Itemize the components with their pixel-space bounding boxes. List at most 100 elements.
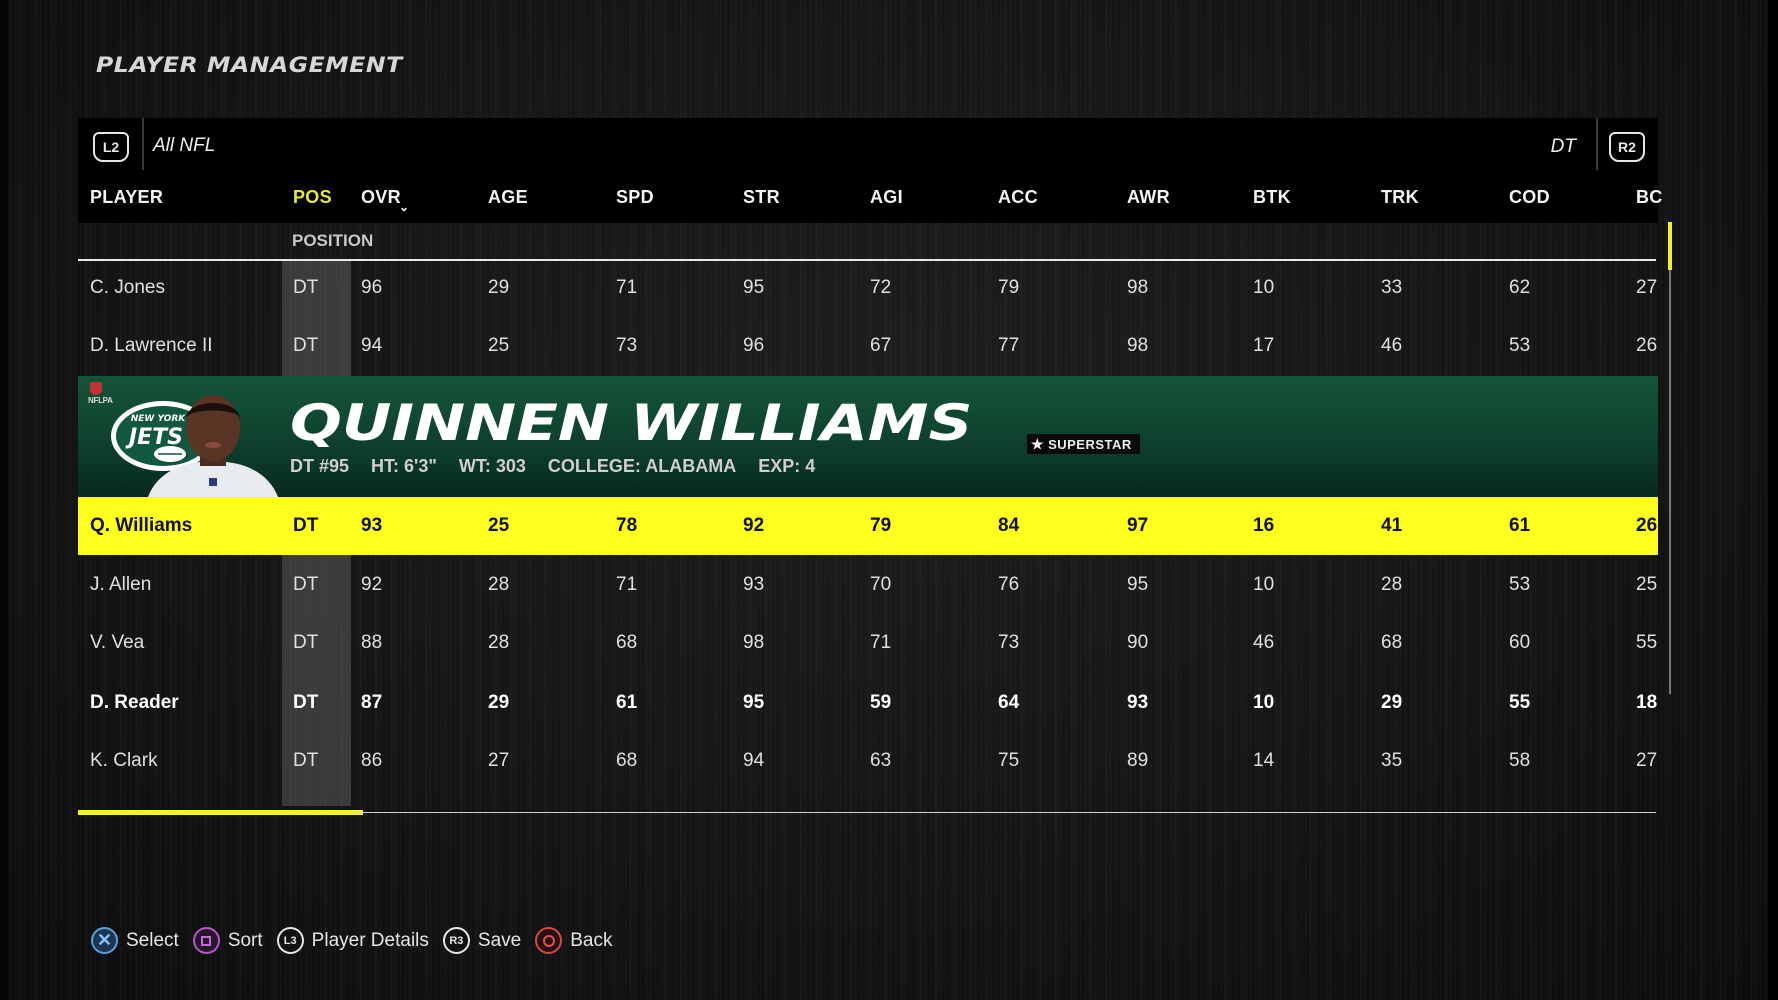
cell-trk: 33 — [1381, 277, 1403, 298]
cell-acc: 73 — [998, 632, 1020, 653]
hint-label: Player Details — [311, 929, 429, 951]
hint-save[interactable]: R3 Save — [442, 927, 521, 954]
cell-cod: 53 — [1509, 335, 1531, 356]
cell-cod: 53 — [1509, 574, 1531, 595]
cell-ovr: 87 — [361, 692, 383, 713]
league-filter[interactable]: All NFL — [153, 135, 215, 157]
column-header-trk[interactable]: TRK — [1381, 187, 1419, 208]
cell-str: 92 — [743, 515, 765, 536]
column-header-spd[interactable]: SPD — [616, 187, 654, 208]
cell-player: K. Clark — [90, 750, 158, 771]
cell-spd: 68 — [616, 750, 638, 771]
cell-ovr: 92 — [361, 574, 383, 595]
superstar-label: SUPERSTAR — [1048, 436, 1132, 452]
cell-player: J. Allen — [90, 574, 152, 595]
player-experience: EXP: 4 — [758, 456, 816, 476]
cell-agi: 63 — [870, 750, 892, 771]
column-header-age[interactable]: AGE — [488, 187, 528, 208]
cell-ovr: 88 — [361, 632, 383, 653]
column-header-bc[interactable]: BC — [1636, 187, 1663, 208]
l2-trigger-icon[interactable]: L2 — [93, 132, 129, 162]
hint-player-details[interactable]: L3 Player Details — [276, 927, 429, 954]
table-header-bar: L2 All NFL DT R2 PLAYER POS OVR ⌄ AGE SPD STR A… — [78, 118, 1662, 223]
cell-spd: 68 — [616, 632, 638, 653]
cell-acc: 79 — [998, 277, 1020, 298]
cell-bc: 18 — [1636, 692, 1658, 713]
hint-sort[interactable]: Sort — [192, 927, 263, 954]
hint-label: Back — [570, 929, 613, 951]
column-header-acc[interactable]: ACC — [998, 187, 1038, 208]
table-row[interactable]: D. Reader DT 87 29 61 95 59 64 93 10 29 55 18 — [78, 674, 1658, 732]
cell-str: 93 — [743, 574, 765, 595]
cell-bc: 27 — [1636, 750, 1658, 771]
superstar-star-icon: ★ — [1031, 435, 1045, 452]
cell-player: D. Reader — [90, 692, 179, 713]
cell-age: 29 — [488, 277, 510, 298]
cell-player: C. Jones — [90, 277, 165, 298]
cell-bc: 26 — [1636, 335, 1658, 356]
frame-left — [0, 0, 8, 1000]
hint-select[interactable]: ✕ Select — [91, 927, 179, 954]
column-header-awr[interactable]: AWR — [1127, 187, 1170, 208]
vertical-scrollbar-thumb[interactable] — [1668, 222, 1672, 270]
cell-cod: 60 — [1509, 632, 1531, 653]
cell-agi: 70 — [870, 574, 892, 595]
player-college: COLLEGE: ALABAMA — [547, 456, 737, 476]
cell-awr: 98 — [1127, 335, 1149, 356]
cell-pos: DT — [293, 335, 319, 356]
cell-str: 98 — [743, 632, 765, 653]
cell-age: 25 — [488, 515, 510, 536]
cell-acc: 75 — [998, 750, 1020, 771]
column-header-btk[interactable]: BTK — [1253, 187, 1291, 208]
nflpa-shield-icon — [90, 382, 102, 395]
circle-button-icon — [535, 927, 563, 954]
column-header-cod[interactable]: COD — [1509, 187, 1550, 208]
cell-spd: 78 — [616, 515, 638, 536]
player-headshot — [148, 395, 278, 497]
cell-acc: 76 — [998, 574, 1020, 595]
cell-btk: 17 — [1253, 335, 1275, 356]
r2-trigger-icon[interactable]: R2 — [1609, 132, 1645, 162]
cell-awr: 89 — [1127, 750, 1149, 771]
table-row-selected[interactable]: Q. Williams DT 93 25 78 92 79 84 97 16 41 61 26 — [78, 497, 1658, 555]
cell-trk: 28 — [1381, 574, 1403, 595]
position-filter[interactable]: DT — [1551, 136, 1576, 158]
cell-str: 95 — [743, 277, 765, 298]
cell-trk: 29 — [1381, 692, 1403, 713]
table-row[interactable]: D. Lawrence II DT 94 25 73 96 67 77 98 17 46 53 26 — [78, 317, 1658, 375]
square-button-icon — [192, 927, 220, 954]
cell-age: 28 — [488, 632, 510, 653]
cell-awr: 93 — [1127, 692, 1149, 713]
table-row[interactable]: J. Allen DT 92 28 71 93 70 76 95 10 28 53 25 — [78, 556, 1658, 614]
hint-back[interactable]: Back — [535, 927, 612, 954]
cell-agi: 59 — [870, 692, 892, 713]
cell-pos: DT — [293, 515, 319, 536]
table-row[interactable]: V. Vea DT 88 28 68 98 71 73 90 46 68 60 55 — [78, 614, 1658, 672]
player-name: QUINNEN WILLIAMS — [290, 394, 973, 452]
cell-pos: DT — [293, 574, 319, 595]
column-header-pos[interactable]: POS — [293, 187, 332, 208]
frame-right — [1768, 0, 1778, 1000]
column-header-player[interactable]: PLAYER — [90, 187, 163, 208]
horizontal-scrollbar-thumb[interactable] — [78, 810, 363, 815]
cell-ovr: 86 — [361, 750, 383, 771]
header-divider — [1596, 118, 1598, 170]
r3-button-icon: R3 — [442, 927, 470, 954]
cell-spd: 71 — [616, 574, 638, 595]
cell-agi: 67 — [870, 335, 892, 356]
cell-trk: 41 — [1381, 515, 1403, 536]
sub-header-position: POSITION — [292, 231, 374, 250]
cell-cod: 55 — [1509, 692, 1531, 713]
column-header-str[interactable]: STR — [743, 187, 780, 208]
table-row[interactable]: C. Jones DT 96 29 71 95 72 79 98 10 33 62 27 — [78, 259, 1658, 317]
nflpa-logo: NFLPA — [88, 382, 113, 408]
vertical-scrollbar-track[interactable] — [1669, 222, 1671, 694]
hint-label: Select — [126, 929, 179, 951]
cell-cod: 62 — [1509, 277, 1531, 298]
cell-ovr: 96 — [361, 277, 383, 298]
column-header-ovr[interactable]: OVR — [361, 187, 401, 208]
table-row[interactable]: K. Clark DT 86 27 68 94 63 75 89 14 35 58 27 — [78, 732, 1658, 790]
column-header-agi[interactable]: AGI — [870, 187, 903, 208]
cell-awr: 90 — [1127, 632, 1149, 653]
cell-trk: 46 — [1381, 335, 1403, 356]
